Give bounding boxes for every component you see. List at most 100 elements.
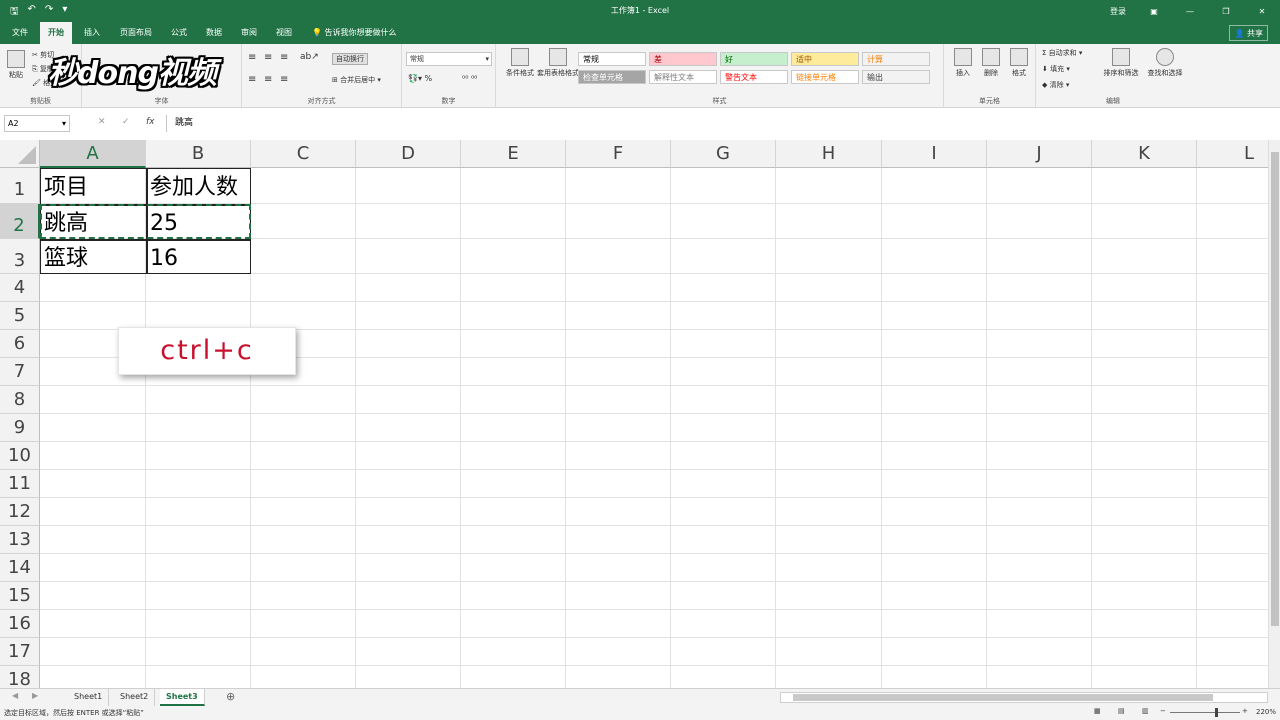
function-icon[interactable]: fx (146, 117, 155, 127)
tab-formulas[interactable]: 公式 (163, 22, 195, 44)
cell-style-item[interactable]: 好 (720, 52, 788, 66)
horizontal-scrollbar[interactable] (780, 692, 1268, 703)
row-header[interactable]: 8 (0, 386, 40, 414)
tab-insert[interactable]: 插入 (76, 22, 108, 44)
next-sheet-icon[interactable]: ▶ (32, 691, 38, 700)
column-header[interactable]: K (1092, 140, 1197, 168)
row-header[interactable]: 10 (0, 442, 40, 470)
ribbon-display-icon[interactable]: ▣ (1136, 7, 1172, 16)
sheet-tab-sheet1[interactable]: Sheet1 (68, 689, 110, 706)
row-header[interactable]: 7 (0, 358, 40, 386)
cell-style-item[interactable]: 适中 (791, 52, 859, 66)
row-header[interactable]: 14 (0, 554, 40, 582)
align-middle-icon[interactable]: ≡ (264, 52, 272, 63)
decimal-icon[interactable]: ⁰⁰ ⁰⁰ (462, 74, 477, 83)
name-box[interactable]: A2 ▾ (4, 115, 70, 132)
row-header[interactable]: 12 (0, 498, 40, 526)
prev-sheet-icon[interactable]: ◀ (12, 691, 18, 700)
page-layout-view-icon[interactable]: ▤ (1118, 707, 1125, 715)
zoom-slider[interactable] (1170, 712, 1240, 713)
fill-button[interactable]: ⬇ 填充 ▾ (1042, 64, 1070, 74)
cell-style-item[interactable]: 计算 (862, 52, 930, 66)
cell-style-item[interactable]: 链接单元格 (791, 70, 859, 84)
add-sheet-icon[interactable]: ⊕ (226, 690, 235, 703)
row-header[interactable]: 3 (0, 239, 40, 274)
column-header[interactable]: F (566, 140, 671, 168)
row-header[interactable]: 15 (0, 582, 40, 610)
row-header[interactable]: 16 (0, 610, 40, 638)
row-header[interactable]: 2 (0, 204, 40, 239)
row-header[interactable]: 13 (0, 526, 40, 554)
number-format-select[interactable]: 常规 ▾ (406, 52, 492, 66)
merge-center-button[interactable]: ⊞ 合并后居中 ▾ (332, 75, 381, 85)
minimize-icon[interactable]: — (1172, 7, 1208, 16)
column-header[interactable]: B (146, 140, 251, 168)
column-header[interactable]: H (776, 140, 882, 168)
row-header[interactable]: 18 (0, 666, 40, 688)
page-break-view-icon[interactable]: ▥ (1142, 707, 1149, 715)
normal-view-icon[interactable]: ▦ (1094, 707, 1101, 715)
conditional-format-button[interactable]: 条件格式 (500, 48, 540, 78)
close-icon[interactable]: ✕ (1244, 7, 1280, 16)
align-bottom-icon[interactable]: ≡ (280, 52, 288, 63)
column-header[interactable]: J (987, 140, 1092, 168)
select-all-corner[interactable] (0, 140, 40, 168)
tab-review[interactable]: 审阅 (233, 22, 265, 44)
column-header[interactable]: E (461, 140, 566, 168)
tab-file[interactable]: 文件 (4, 22, 36, 44)
tab-view[interactable]: 视图 (268, 22, 300, 44)
cell-style-item[interactable]: 差 (649, 52, 717, 66)
zoom-slider-knob[interactable] (1215, 708, 1218, 717)
column-header[interactable]: L (1197, 140, 1268, 168)
autosum-button[interactable]: Σ 自动求和 ▾ (1042, 48, 1082, 58)
column-header[interactable]: A (40, 140, 146, 168)
cell-style-item[interactable]: 解释性文本 (649, 70, 717, 84)
horizontal-scroll-thumb[interactable] (793, 694, 1213, 701)
accounting-icon[interactable]: 💱▾ % (408, 74, 432, 83)
table-format-button[interactable]: 套用表格格式 (536, 48, 580, 78)
row-header[interactable]: 9 (0, 414, 40, 442)
align-top-icon[interactable]: ≡ (248, 52, 256, 63)
row-header[interactable]: 5 (0, 302, 40, 330)
share-button[interactable]: 👤 共享 (1229, 25, 1268, 41)
align-right-icon[interactable]: ≡ (280, 74, 288, 85)
tab-page-layout[interactable]: 页面布局 (112, 22, 160, 44)
tab-data[interactable]: 数据 (198, 22, 230, 44)
column-header[interactable]: I (882, 140, 987, 168)
format-cells-button[interactable]: 格式 (1008, 48, 1030, 78)
vertical-scroll-thumb[interactable] (1271, 152, 1279, 626)
wrap-text-button[interactable]: 自动换行 (332, 53, 368, 65)
worksheet-grid[interactable]: A B C D E F G H I J K L 1 2 3 4 5 6 7 8 9 10 11 12 13 14 15 16 17 18 项… (0, 140, 1268, 688)
orientation-icon[interactable]: ab↗ (300, 52, 319, 62)
tell-me-search[interactable]: 💡 告诉我你想要做什么 (312, 22, 397, 44)
restore-icon[interactable]: ❐ (1208, 7, 1244, 16)
login-link[interactable]: 登录 (1100, 6, 1136, 17)
cell-style-item[interactable]: 警告文本 (720, 70, 788, 84)
align-center-icon[interactable]: ≡ (264, 74, 272, 85)
column-header[interactable]: G (671, 140, 776, 168)
row-header[interactable]: 4 (0, 274, 40, 302)
clear-button[interactable]: ◆ 清除 ▾ (1042, 80, 1069, 90)
zoom-out-icon[interactable]: − (1160, 707, 1166, 715)
delete-cells-button[interactable]: 删除 (980, 48, 1002, 78)
insert-cells-button[interactable]: 插入 (952, 48, 974, 78)
zoom-level[interactable]: 220% (1256, 708, 1276, 716)
zoom-in-icon[interactable]: + (1242, 707, 1248, 715)
align-left-icon[interactable]: ≡ (248, 74, 256, 85)
sheet-tab-sheet3[interactable]: Sheet3 (160, 689, 205, 706)
paste-button[interactable]: 粘贴 (4, 50, 28, 80)
tab-home[interactable]: 开始 (40, 22, 72, 44)
formula-input[interactable]: 跳高 (166, 115, 1270, 132)
row-header[interactable]: 11 (0, 470, 40, 498)
vertical-scrollbar[interactable] (1268, 140, 1280, 688)
enter-icon[interactable]: ✓ (122, 117, 130, 127)
row-header[interactable]: 1 (0, 168, 40, 204)
find-select-button[interactable]: 查找和选择 (1144, 48, 1186, 78)
cancel-icon[interactable]: ✕ (98, 117, 106, 127)
column-header[interactable]: C (251, 140, 356, 168)
row-header[interactable]: 6 (0, 330, 40, 358)
cell-style-item[interactable]: 常规 (578, 52, 646, 66)
cell-style-item[interactable]: 输出 (862, 70, 930, 84)
sort-filter-button[interactable]: 排序和筛选 (1100, 48, 1142, 78)
cell-style-item[interactable]: 检查单元格 (578, 70, 646, 84)
